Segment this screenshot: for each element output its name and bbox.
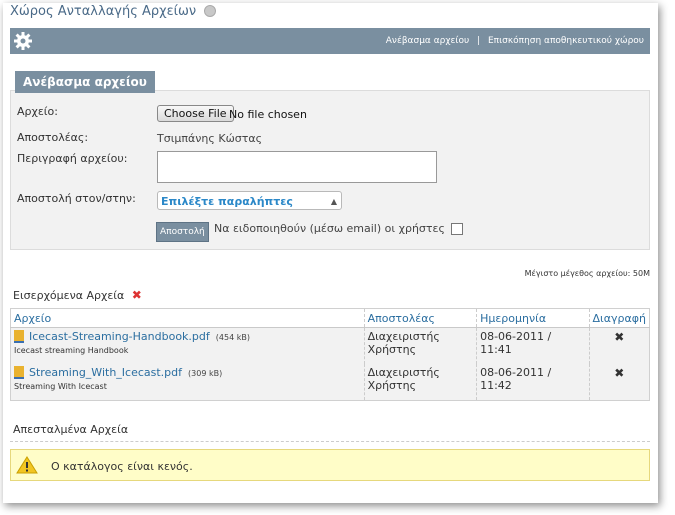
delete-all-icon[interactable]: ✖ — [132, 288, 142, 302]
sender-value: Τσιμπάνης Κώστας — [157, 132, 263, 145]
date-cell: 08-06-2011 / 11:42 — [476, 364, 590, 401]
no-file-chosen-text: No file chosen — [229, 108, 307, 121]
column-file[interactable]: Αρχείο — [10, 308, 365, 328]
description-label: Περιγραφή αρχείου: — [17, 152, 128, 165]
empty-list-notice: Ο κατάλογος είναι κενός. — [10, 449, 650, 481]
help-icon[interactable] — [204, 4, 217, 17]
divider — [10, 441, 650, 442]
file-description: Streaming With Icecast — [14, 382, 107, 391]
column-date[interactable]: Ημερομηνία — [476, 308, 590, 328]
file-label: Αρχείο: — [17, 105, 58, 118]
download-icon[interactable] — [14, 366, 24, 379]
date-cell: 08-06-2011 / 11:41 — [476, 327, 590, 364]
page-title: Χώρος Ανταλλαγής Αρχείων — [10, 4, 217, 19]
sender-label: Αποστολέας: — [17, 131, 89, 144]
page-title-text: Χώρος Ανταλλαγής Αρχείων — [10, 4, 197, 19]
incoming-title: Εισερχόμενα Αρχεία — [13, 289, 125, 302]
file-description: Icecast streaming Handbook — [14, 346, 129, 355]
choose-file-button[interactable]: Choose File — [157, 105, 234, 122]
file-size: (454 kB) — [215, 333, 250, 342]
column-sender[interactable]: Αποστολέας — [363, 308, 477, 328]
file-size: (309 kB) — [188, 369, 223, 378]
notify-label: Να ειδοποιηθούν (μέσω email) οι χρήστες — [214, 222, 445, 235]
file-name-link[interactable]: Icecast-Streaming-Handbook.pdf — [29, 330, 210, 343]
warning-icon — [16, 456, 38, 474]
empty-message: Ο κατάλογος είναι κενός. — [51, 460, 193, 473]
file-name-link[interactable]: Streaming_With_Icecast.pdf — [29, 366, 182, 379]
incoming-files-table: Αρχείο Αποστολέας Ημερομηνία Διαγραφή Ic… — [10, 308, 650, 401]
max-file-size: Μέγιστο μέγεθος αρχείου: 50M — [524, 269, 650, 278]
column-delete: Διαγραφή — [588, 308, 650, 328]
download-icon[interactable] — [14, 330, 24, 343]
table-header-row: Αρχείο Αποστολέας Ημερομηνία Διαγραφή — [10, 308, 650, 328]
toolbar: Ανέβασμα αρχείου | Επισκόπηση αποθηκευτι… — [10, 28, 650, 54]
sender-cell: Διαχειριστής Χρήστης — [363, 327, 477, 364]
notify-users-option: Να ειδοποιηθούν (μέσω email) οι χρήστες — [214, 222, 464, 235]
sender-cell: Διαχειριστής Χρήστης — [363, 364, 477, 401]
file-cell: Streaming_With_Icecast.pdf (309 kB) Strea… — [10, 364, 365, 401]
recipients-select[interactable]: Επιλέξτε παραλήπτες ▲ — [157, 191, 342, 210]
file-cell: Icecast-Streaming-Handbook.pdf (454 kB) I… — [10, 327, 365, 364]
storage-overview-link[interactable]: Επισκόπηση αποθηκευτικού χώρου — [488, 36, 644, 46]
upload-link[interactable]: Ανέβασμα αρχείου — [386, 36, 469, 46]
notify-checkbox[interactable] — [451, 223, 464, 235]
delete-icon[interactable]: ✖ — [588, 364, 650, 401]
gear-icon[interactable] — [13, 31, 33, 51]
incoming-files-heading: Εισερχόμενα Αρχεία ✖ — [13, 288, 142, 302]
send-to-label: Αποστολή στον/στην: — [17, 192, 136, 205]
description-textarea[interactable] — [157, 151, 437, 183]
table-row: Icecast-Streaming-Handbook.pdf (454 kB) I… — [10, 327, 650, 364]
sent-files-heading: Απεσταλμένα Αρχεία — [13, 423, 129, 436]
delete-icon[interactable]: ✖ — [588, 327, 650, 364]
table-row: Streaming_With_Icecast.pdf (309 kB) Strea… — [10, 364, 650, 401]
send-button[interactable]: Αποστολή — [156, 222, 209, 242]
recipients-select-value: Επιλέξτε παραλήπτες — [161, 195, 293, 208]
link-separator: | — [477, 36, 481, 46]
select-arrows-icon: ▲ — [330, 197, 337, 206]
upload-form-title: Ανέβασμα αρχείου — [15, 71, 155, 93]
